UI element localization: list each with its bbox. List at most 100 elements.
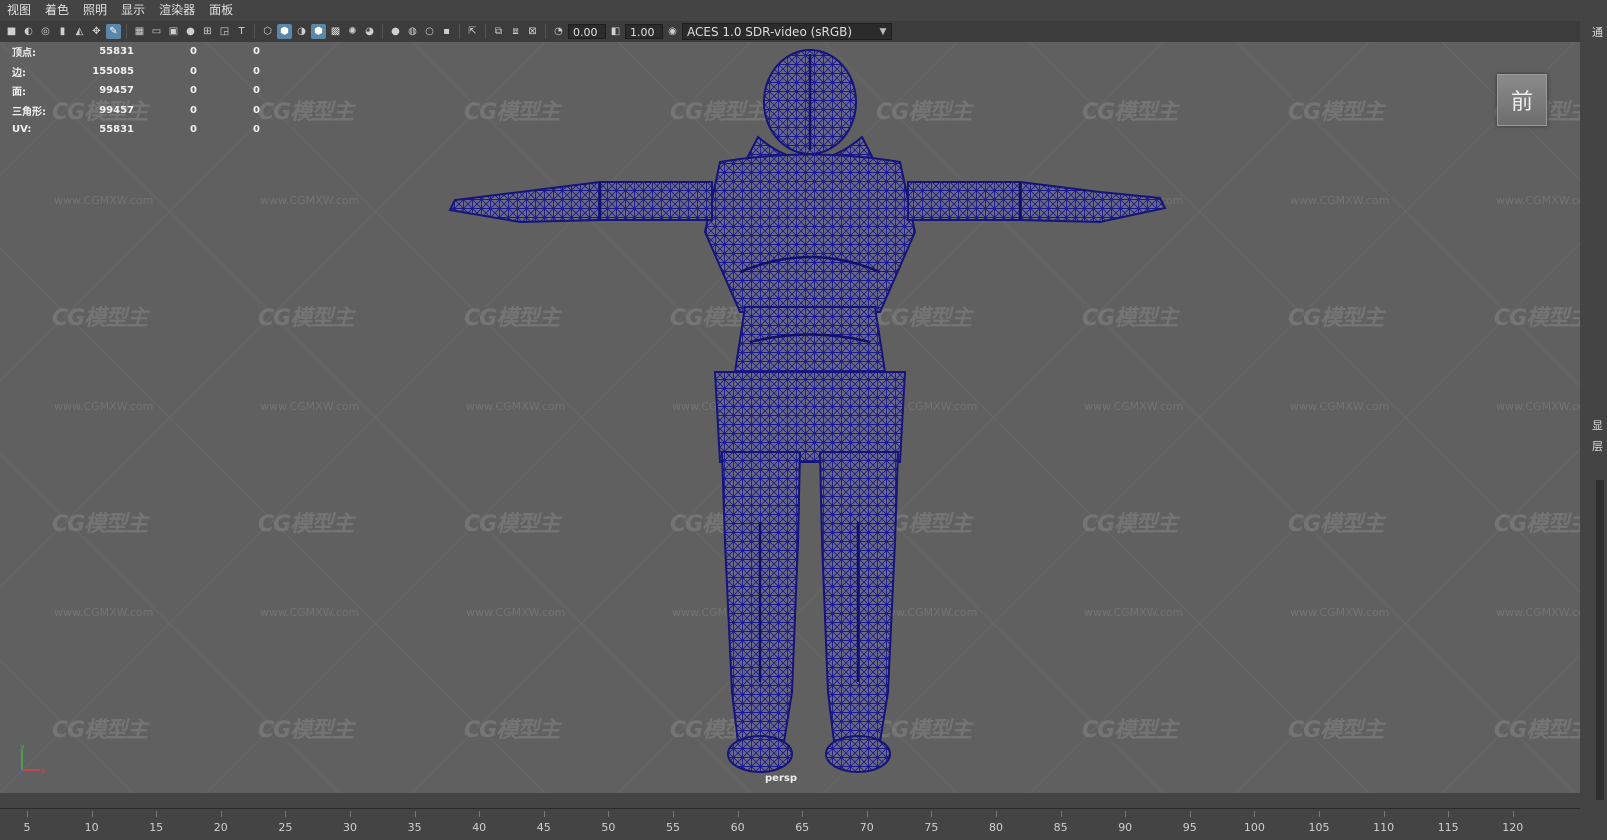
bookmark-icon[interactable]: ▮ — [55, 24, 70, 39]
hud-selected-uv: 0 — [253, 104, 260, 116]
menu-bar: 视图 着色 照明 显示 渲染器 面板 — [0, 0, 1607, 21]
camera-select-icon[interactable]: ■ — [4, 24, 19, 39]
timeline-tick-label: 70 — [859, 821, 874, 834]
screen-space-ao-icon[interactable]: ● — [388, 24, 403, 39]
camera-attributes-icon[interactable]: ◐ — [21, 24, 36, 39]
isolate-select-icon[interactable]: ⇱ — [465, 24, 480, 39]
right-panel-label-channel[interactable]: 通 — [1592, 24, 1603, 40]
exposure-field[interactable]: 0.00 — [568, 24, 606, 39]
axis-x-label: x — [41, 766, 46, 775]
timeline-tick-label: 90 — [1118, 821, 1133, 834]
menu-shading[interactable]: 着色 — [38, 0, 76, 21]
hud-selected-uv: 0 — [253, 65, 260, 77]
perspective-viewport[interactable]: CG模型主 www.CGMXW.com CG模型主 www.CGMXW.com CG模型… — [0, 42, 1580, 793]
timeline-tick-label: 25 — [278, 821, 293, 834]
hud-value: 99457 — [99, 104, 134, 116]
use-all-lights-icon[interactable]: ✺ — [345, 24, 360, 39]
timeline-tick-mark — [220, 811, 222, 817]
gate-mask-icon[interactable]: ● — [183, 24, 198, 39]
hud-label: UV: — [12, 124, 32, 136]
hud-selected-uv: 0 — [253, 46, 260, 58]
axis-y-label: y — [20, 742, 25, 751]
resolution-gate-icon[interactable]: ▣ — [166, 24, 181, 39]
xray-icon[interactable]: ⧉ — [491, 24, 506, 39]
chevron-down-icon: ▼ — [879, 26, 887, 37]
gamma-icon[interactable]: ◧ — [608, 24, 623, 39]
anti-aliasing-icon[interactable]: ○ — [422, 24, 437, 39]
timeline-tick-mark — [285, 811, 287, 817]
menu-renderer[interactable]: 渲染器 — [152, 0, 202, 21]
shadows-icon[interactable]: ◕ — [362, 24, 377, 39]
timeline-tick-label: 15 — [149, 821, 164, 834]
timeline-tick-label: 35 — [407, 821, 422, 834]
timeline-tick-label: 55 — [666, 821, 680, 834]
hud-selected-value: 0 — [190, 124, 197, 136]
view-cube[interactable]: 前 — [1497, 74, 1547, 126]
smooth-shade-icon[interactable]: ⬢ — [277, 24, 292, 39]
menu-lighting[interactable]: 照明 — [76, 0, 114, 21]
grease-pencil-icon[interactable]: ✎ — [106, 24, 121, 39]
timeline-tick-mark — [27, 811, 28, 817]
hud-value: 155085 — [92, 65, 134, 77]
timeline-tick-label: 30 — [343, 821, 357, 834]
xray-joints-icon[interactable]: ⊠ — [525, 24, 540, 39]
time-slider[interactable]: 5 10 15 20 25 30 35 40 45 50 55 60 65 70 75 80 85 90 95 100… — [0, 808, 1580, 840]
menu-show[interactable]: 显示 — [114, 0, 152, 21]
hud-value: 55831 — [99, 46, 134, 58]
timeline-tick-mark — [931, 811, 933, 817]
timeline-tick-label: 100 — [1243, 821, 1265, 834]
menu-panels[interactable]: 面板 — [202, 0, 240, 21]
timeline-tick-mark — [1189, 811, 1191, 817]
color-management-icon[interactable]: ◉ — [665, 24, 680, 39]
timeline-tick-label: 60 — [730, 821, 745, 834]
xray-active-components-icon[interactable]: ⧈ — [508, 24, 523, 39]
timeline-tick-label: 110 — [1373, 821, 1395, 834]
textured-icon[interactable]: ▩ — [328, 24, 343, 39]
default-material-icon[interactable]: ◑ — [294, 24, 309, 39]
right-panel-scrollbar[interactable] — [1596, 480, 1604, 800]
exposure-icon[interactable]: ◔ — [551, 24, 566, 39]
timeline-tick-mark — [414, 811, 416, 817]
field-chart-icon[interactable]: ⊞ — [200, 24, 215, 39]
timeline-tick-mark — [1060, 811, 1062, 817]
right-panel-label-display[interactable]: 显 — [1592, 417, 1603, 433]
timeline-tick-mark — [1254, 811, 1256, 817]
timeline-tick-mark — [91, 811, 93, 817]
two-d-pan-zoom-icon[interactable]: ✥ — [89, 24, 104, 39]
film-gate-icon[interactable]: ▭ — [149, 24, 164, 39]
hud-value: 55831 — [99, 124, 134, 136]
toolbar-separator — [126, 24, 127, 39]
motion-blur-icon[interactable]: ◍ — [405, 24, 420, 39]
right-panel-label-layer[interactable]: 层 — [1592, 438, 1603, 454]
wireframe-icon[interactable]: ⬡ — [260, 24, 275, 39]
hud-value: 99457 — [99, 85, 134, 97]
timeline-tick-mark — [1125, 811, 1127, 817]
image-plane-icon[interactable]: ◭ — [72, 24, 87, 39]
hud-selected-uv: 0 — [253, 85, 260, 97]
view-transform-select[interactable]: ACES 1.0 SDR-video (sRGB) ▼ — [682, 23, 892, 40]
gamma-field[interactable]: 1.00 — [625, 24, 663, 39]
timeline-tick-mark — [1512, 811, 1514, 817]
timeline-tick-mark — [802, 811, 804, 817]
view-cube-face-label: 前 — [1510, 90, 1533, 115]
timeline-tick-mark — [996, 811, 997, 817]
safe-title-icon[interactable]: T — [234, 24, 249, 39]
hud-selected-value: 0 — [190, 65, 197, 77]
timeline-tick-label: 115 — [1437, 821, 1459, 834]
safe-action-icon[interactable]: ◲ — [217, 24, 232, 39]
hud-row: 三角形: 99457 0 0 — [12, 101, 260, 121]
menu-view[interactable]: 视图 — [0, 0, 38, 21]
depth-of-field-icon[interactable]: ▪ — [439, 24, 454, 39]
right-side-panel: 通 显 层 — [1580, 0, 1607, 839]
grid-icon[interactable]: ▦ — [132, 24, 147, 39]
hud-row: 边: 155085 0 0 — [12, 62, 260, 82]
wireframe-on-shaded-icon[interactable]: ⬢ — [311, 24, 326, 39]
bookmark-camera-icon[interactable]: ◎ — [38, 24, 53, 39]
hud-label: 顶点: — [12, 48, 36, 60]
timeline-tick-mark — [1319, 811, 1320, 817]
toolbar-separator — [459, 24, 460, 39]
timeline-tick-label: 105 — [1308, 821, 1330, 834]
timeline-tick-label: 45 — [536, 821, 551, 834]
hud-row: UV: 55831 0 0 — [12, 120, 260, 140]
timeline-tick-mark — [608, 811, 610, 817]
